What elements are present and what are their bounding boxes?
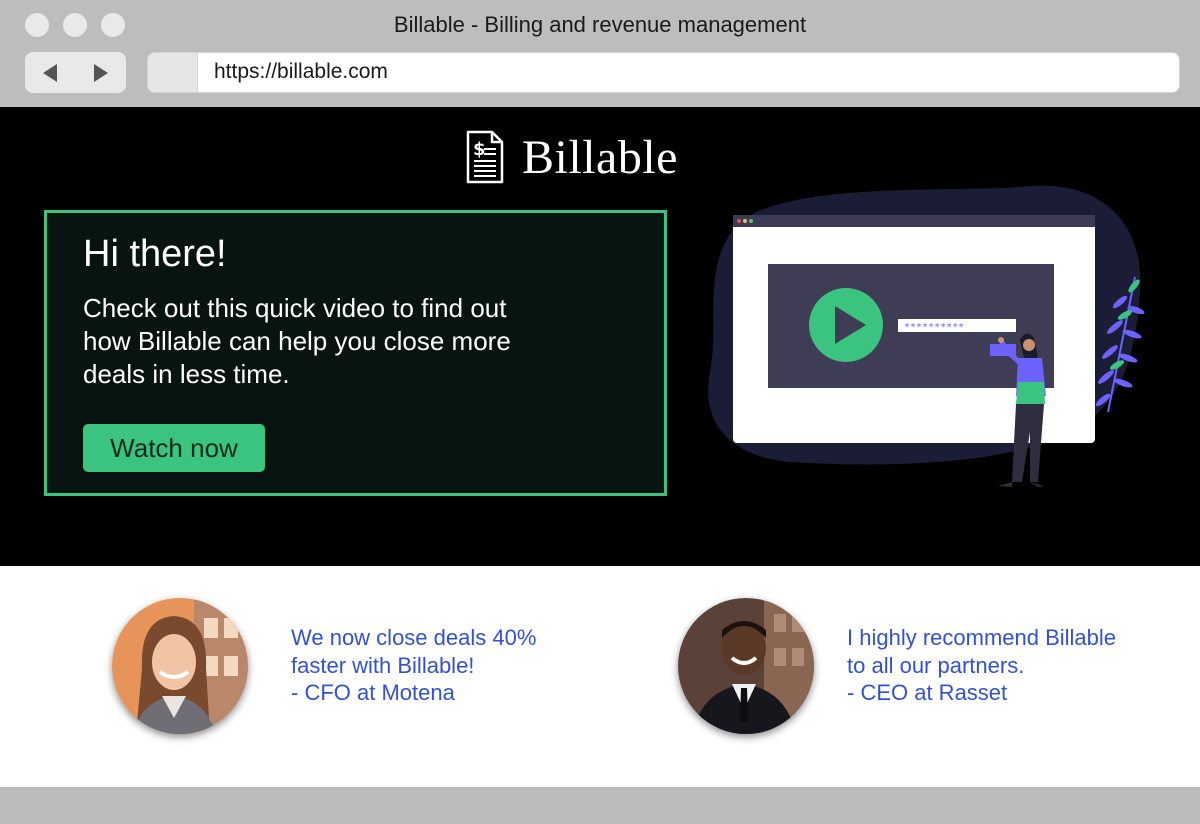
address-bar-url[interactable]: https://billable.com: [214, 60, 388, 84]
brand-logo[interactable]: $ Billable: [466, 129, 678, 185]
watch-now-button[interactable]: Watch now: [83, 424, 265, 472]
back-arrow-icon: [43, 63, 57, 82]
browser-chrome: Billable - Billing and revenue managemen…: [0, 0, 1200, 107]
hero-body-line: deals in less time.: [83, 359, 290, 389]
address-bar-leading-box: [148, 53, 198, 92]
testimonials-section: We now close deals 40% faster with Billa…: [0, 566, 1200, 787]
window-title: Billable - Billing and revenue managemen…: [393, 12, 807, 37]
nav-buttons: [25, 52, 126, 93]
testimonial-quote-2: I highly recommend Billable to all our p…: [847, 624, 1116, 707]
brand-name: Billable: [522, 130, 678, 184]
back-button[interactable]: [25, 52, 75, 93]
testimonial-line: I highly recommend Billable: [847, 625, 1117, 650]
invoice-dollar-icon: $: [466, 130, 504, 184]
illustration-field-text: **********: [904, 322, 964, 333]
svg-text:$: $: [473, 139, 486, 160]
hero-body-line: how Billable can help you close more: [83, 326, 511, 356]
forward-arrow-icon: [94, 63, 108, 82]
testimonial-line: faster with Billable!: [291, 652, 475, 678]
avatar-ceo: [678, 598, 814, 734]
address-bar[interactable]: https://billable.com: [147, 52, 1180, 93]
hero-body: Check out this quick video to find out h…: [83, 292, 583, 391]
testimonial-line: We now close deals 40%: [291, 625, 537, 650]
avatar-cfo: [112, 598, 248, 734]
forward-button[interactable]: [76, 52, 126, 93]
window-bottom-bar: [0, 787, 1200, 824]
testimonial-attribution: - CFO at Motena: [291, 680, 455, 705]
testimonial-quote-1: We now close deals 40% faster with Billa…: [291, 624, 536, 707]
hero-section: $ Billable Hi there! Check out this quic…: [0, 107, 1200, 566]
hero-body-line: Check out this quick video to find out: [83, 293, 507, 323]
testimonial-line: to all our partners.: [847, 652, 1025, 678]
video-illustration: **********: [708, 185, 1145, 487]
testimonial-attribution: - CEO at Rasset: [847, 680, 1008, 705]
hero-card: Hi there! Check out this quick video to …: [44, 210, 667, 496]
hero-heading: Hi there!: [83, 233, 227, 275]
